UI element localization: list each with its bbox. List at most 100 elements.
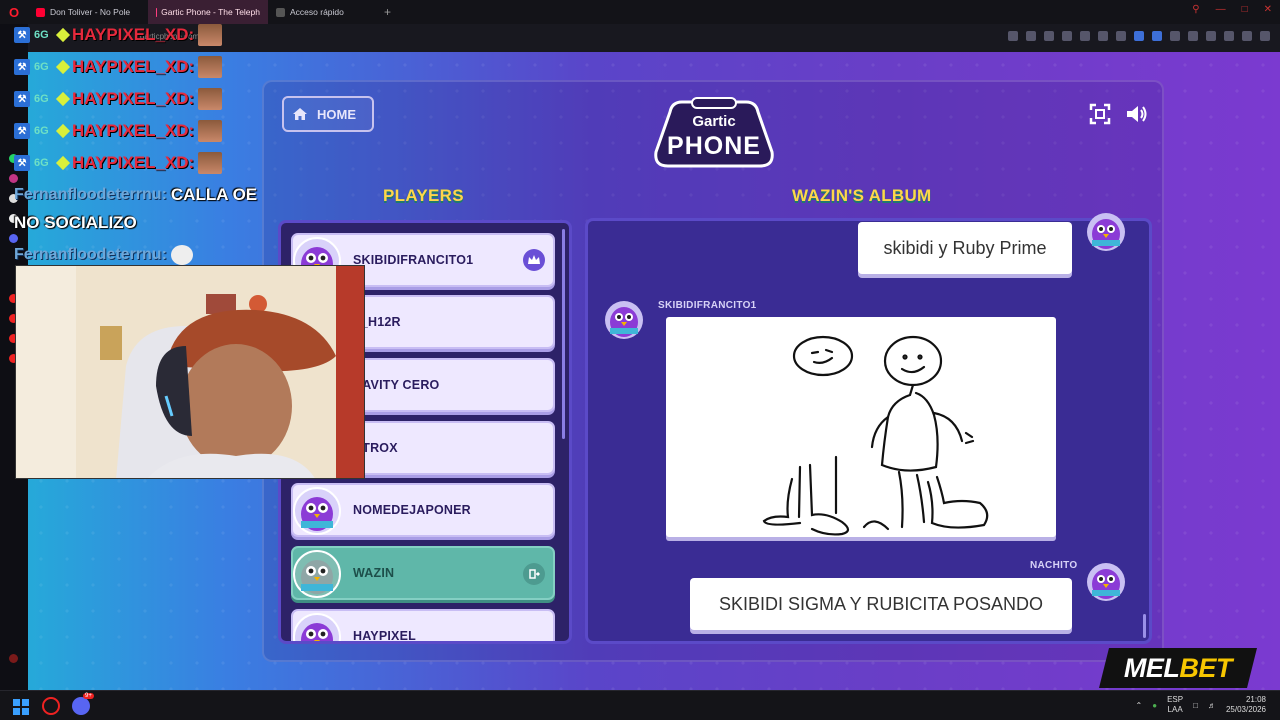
chevron-up-icon[interactable]: ⌃	[1136, 701, 1143, 710]
volume-icon[interactable]	[1124, 102, 1148, 126]
more-icon[interactable]	[9, 654, 18, 663]
windows-start-icon[interactable]	[13, 699, 29, 715]
windows-taskbar: 9+ ⌃ ● ESP LAA □ ♬ 21:08 25/03/2026	[0, 690, 1280, 720]
drawing-canvas	[666, 317, 1056, 537]
snapshot-icon[interactable]	[1026, 31, 1036, 41]
fullscreen-icon[interactable]	[1088, 102, 1112, 126]
new-tab-button[interactable]: +	[384, 5, 391, 19]
chat-username: HAYPIXEL_XD:	[72, 153, 195, 172]
opera-logo-icon[interactable]: O	[0, 0, 28, 24]
chat-badge: 6G	[34, 125, 49, 137]
gartic-phone-logo: Gartic PHONE	[654, 97, 774, 168]
send-icon[interactable]	[1098, 31, 1108, 41]
search-icon[interactable]: ⚲	[1192, 4, 1199, 15]
discord-taskbar-icon[interactable]	[72, 697, 90, 715]
diamond-badge-icon	[55, 155, 71, 171]
chat-message: NO SOCIALIZO	[14, 210, 137, 236]
network-icon[interactable]: □	[1193, 701, 1198, 710]
screen: O Don Toliver - No Pole Gartic Phone - T…	[0, 0, 1280, 720]
translate-icon[interactable]	[1062, 31, 1072, 41]
minimize-button[interactable]: —	[1216, 4, 1226, 15]
window-controls: ⚲ — □ ✕	[1192, 4, 1272, 15]
discord-notification-badge: 9+	[83, 693, 94, 699]
diamond-badge-icon	[55, 27, 71, 43]
player-avatar-icon	[293, 550, 341, 598]
speaker-icon[interactable]: ♬	[1208, 701, 1216, 710]
clock[interactable]: 21:08 25/03/2026	[1226, 695, 1266, 715]
language-code: ESP	[1167, 695, 1184, 704]
player-name: NOMEDEJAPONER	[353, 503, 471, 517]
chat-username: Fernanfloodeterrnu:	[14, 246, 167, 263]
extension-icon[interactable]	[1152, 31, 1162, 41]
system-tray: ⌃ ● ESP LAA □ ♬ 21:08 25/03/2026	[1136, 695, 1266, 715]
clock-time: 21:08	[1245, 695, 1266, 704]
cat-emote-icon	[170, 245, 193, 265]
face-emote-icon	[198, 88, 223, 110]
extensions-row	[1008, 31, 1270, 41]
leave-icon[interactable]	[523, 563, 545, 585]
heart-icon[interactable]	[1116, 31, 1126, 41]
moderator-badge-icon: ⚒	[14, 155, 30, 171]
puzzle-icon[interactable]	[1206, 31, 1216, 41]
youtube-icon	[36, 7, 45, 17]
melbet-sponsor-logo: MELBET	[1099, 648, 1257, 688]
microphone-icon[interactable]: ●	[1152, 701, 1157, 710]
chat-message: ⚒ 6G HAYPIXEL_XD:	[14, 22, 223, 48]
opera-taskbar-icon[interactable]	[42, 697, 60, 715]
player-card[interactable]: NOMEDEJAPONER	[291, 483, 555, 537]
language-indicator[interactable]: ESP LAA	[1167, 695, 1183, 715]
player-card[interactable]: WAZIN	[291, 546, 555, 600]
download-icon[interactable]	[1242, 31, 1252, 41]
shield-icon[interactable]	[1044, 31, 1054, 41]
chat-message: ⚒ 6G HAYPIXEL_XD:	[14, 54, 223, 80]
sync-icon[interactable]	[1224, 31, 1234, 41]
sponsor-text-bet: BET	[1179, 652, 1233, 683]
camera-icon[interactable]	[1188, 31, 1198, 41]
logo-text-phone: PHONE	[667, 132, 761, 160]
home-button[interactable]: HOME	[282, 96, 374, 132]
album-message-text: skibidi y Ruby Prime	[883, 237, 1047, 258]
player-avatar-icon	[1087, 563, 1125, 601]
chat-badge: 6G	[34, 29, 49, 41]
chat-text: NO SOCIALIZO	[14, 213, 137, 232]
sponsor-text-mel: MEL	[1124, 652, 1180, 683]
chat-badge: 6G	[34, 93, 49, 105]
chat-message: ⚒ 6G HAYPIXEL_XD:	[14, 86, 223, 112]
pin-icon[interactable]	[1008, 31, 1018, 41]
clock-date: 25/03/2026	[1225, 705, 1266, 714]
webcam-overlay	[15, 265, 365, 479]
chat-message: Fernanfloodeterrnu: CALLA OE	[14, 182, 257, 208]
player-avatar-icon	[293, 613, 341, 641]
tab-don-toliver[interactable]: Don Toliver - No Pole	[28, 0, 148, 24]
player-name: RAVITY CERO	[353, 378, 440, 392]
player-avatar-icon	[1087, 213, 1125, 251]
face-emote-icon	[198, 24, 223, 46]
players-scrollbar[interactable]	[562, 229, 565, 439]
extension-badge-icon[interactable]	[1134, 31, 1144, 41]
menu-icon[interactable]	[1260, 31, 1270, 41]
face-emote-icon	[198, 56, 223, 78]
face-emote-icon	[198, 120, 223, 142]
chat-username: HAYPIXEL_XD:	[72, 57, 195, 76]
chat-message: ⚒ 6G HAYPIXEL_XD:	[14, 150, 223, 176]
album-scrollbar[interactable]	[1143, 614, 1146, 638]
players-title: PLAYERS	[383, 186, 464, 205]
maximize-button[interactable]: □	[1242, 4, 1248, 15]
player-name: HAYPIXEL	[353, 629, 416, 643]
grid-icon	[276, 7, 285, 17]
chat-username: HAYPIXEL_XD:	[72, 25, 195, 44]
play-icon[interactable]	[1080, 31, 1090, 41]
diamond-badge-icon	[55, 123, 71, 139]
logo-text-gartic: Gartic	[692, 113, 735, 130]
diamond-badge-icon	[55, 91, 71, 107]
wallet-icon[interactable]	[1170, 31, 1180, 41]
album-final-message-text: SKIBIDI SIGMA Y RUBICITA POSANDO	[718, 593, 1044, 614]
tab-gartic-phone[interactable]: Gartic Phone - The Teleph	[148, 0, 268, 24]
close-button[interactable]: ✕	[1264, 4, 1272, 15]
tab-acceso-rapido[interactable]: Acceso rápido	[268, 0, 378, 24]
chat-username: HAYPIXEL_XD:	[72, 89, 195, 108]
last-author-name: NACHITO	[1030, 560, 1078, 571]
player-card[interactable]: HAYPIXEL	[291, 609, 555, 643]
player-name: SKIBIDIFRANCITO1	[353, 253, 474, 267]
player-avatar-icon	[293, 487, 341, 535]
